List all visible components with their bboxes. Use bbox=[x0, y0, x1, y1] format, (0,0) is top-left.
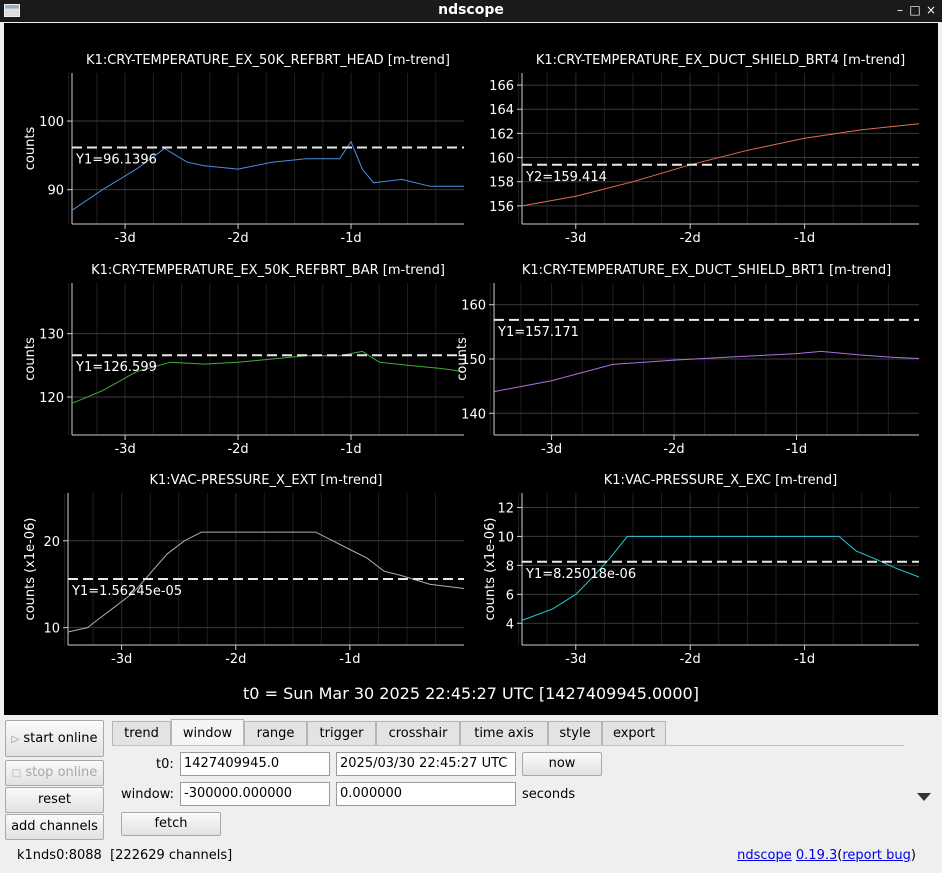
y-tick-label: 12 bbox=[497, 501, 514, 516]
tab-crosshair[interactable]: crosshair bbox=[376, 721, 460, 745]
title-bar: ndscope – □ × bbox=[0, 0, 942, 22]
units-label: seconds bbox=[522, 787, 576, 802]
start-online-button[interactable]: ▷ start online bbox=[5, 720, 104, 757]
about-links: ndscope 0.19.3(report bug) bbox=[737, 848, 916, 863]
cursor-label: Y2=159.414 bbox=[525, 170, 607, 185]
x-tick-label: -1d bbox=[340, 442, 361, 457]
cursor-label: Y1=96.1396 bbox=[75, 153, 157, 168]
window-start-input[interactable]: -300000.000000 bbox=[180, 782, 330, 806]
y-tick-label: 20 bbox=[43, 535, 60, 550]
t0-label: t0 = Sun Mar 30 2025 22:45:27 UTC [14274… bbox=[243, 684, 699, 703]
y-tick-label: 120 bbox=[39, 391, 64, 406]
y-tick-label: 140 bbox=[461, 407, 486, 422]
x-tick-label: -3d bbox=[114, 442, 135, 457]
add-channels-button[interactable]: add channels bbox=[5, 814, 104, 840]
cursor-label: Y1=8.25018e-06 bbox=[525, 567, 636, 582]
plot-title: K1:VAC-PRESSURE_X_EXT [m-trend] bbox=[149, 473, 382, 488]
y-tick-label: 10 bbox=[497, 530, 514, 545]
tab-divider bbox=[112, 745, 904, 746]
tab-export[interactable]: export bbox=[602, 721, 666, 745]
y-axis-label: counts bbox=[23, 127, 38, 171]
plot-title: K1:VAC-PRESSURE_X_EXC [m-trend] bbox=[604, 473, 837, 488]
cursor-label: Y1=157.171 bbox=[497, 325, 579, 340]
channel-count: [222629 channels] bbox=[110, 848, 233, 863]
plot-area: K1:CRY-TEMPERATURE_EX_50K_REFBRT_HEAD [m… bbox=[4, 23, 938, 715]
cursor-label: Y1=1.56245e-05 bbox=[71, 584, 182, 599]
server-label: k1nds0:8088 bbox=[17, 848, 102, 863]
plot-title: K1:CRY-TEMPERATURE_EX_50K_REFBRT_BAR [m-… bbox=[91, 263, 445, 278]
series-line bbox=[71, 350, 465, 404]
y-tick-label: 100 bbox=[39, 115, 64, 130]
y-tick-label: 4 bbox=[506, 617, 514, 632]
y-axis-label: counts (x1e-06) bbox=[23, 518, 38, 621]
plot-title: K1:CRY-TEMPERATURE_EX_50K_REFBRT_HEAD [m… bbox=[86, 53, 450, 68]
x-tick-label: -2d bbox=[680, 231, 701, 246]
window-field-label: window: bbox=[121, 787, 174, 802]
tab-time-axis[interactable]: time axis bbox=[460, 721, 548, 745]
x-tick-label: -3d bbox=[111, 652, 132, 667]
x-tick-label: -1d bbox=[340, 231, 361, 246]
x-tick-label: -2d bbox=[225, 652, 246, 667]
t0-utc-input[interactable]: 2025/03/30 22:45:27 UTC bbox=[336, 752, 516, 776]
y-tick-label: 10 bbox=[43, 622, 60, 637]
y-tick-label: 158 bbox=[489, 176, 514, 191]
fetch-button[interactable]: fetch bbox=[121, 812, 221, 836]
y-axis-label: counts bbox=[23, 337, 38, 381]
y-tick-label: 130 bbox=[39, 328, 64, 343]
collapse-arrow-icon[interactable] bbox=[917, 793, 931, 801]
stop-icon: □ bbox=[11, 768, 22, 779]
x-tick-label: -1d bbox=[794, 652, 815, 667]
x-tick-label: -2d bbox=[227, 231, 248, 246]
ndscope-link[interactable]: ndscope bbox=[737, 848, 792, 863]
reset-button[interactable]: reset bbox=[5, 787, 104, 813]
close-icon[interactable]: × bbox=[924, 2, 938, 18]
plot-title: K1:CRY-TEMPERATURE_EX_DUCT_SHIELD_BRT4 [… bbox=[536, 53, 905, 68]
x-tick-label: -3d bbox=[541, 442, 562, 457]
window-title: ndscope bbox=[438, 2, 504, 18]
tab-trigger[interactable]: trigger bbox=[307, 721, 376, 745]
x-tick-label: -3d bbox=[565, 652, 586, 667]
y-tick-label: 160 bbox=[489, 152, 514, 167]
x-tick-label: -3d bbox=[565, 231, 586, 246]
tab-range[interactable]: range bbox=[244, 721, 307, 745]
t0-field-label: t0: bbox=[156, 757, 174, 772]
t0-gps-input[interactable]: 1427409945.0 bbox=[180, 752, 330, 776]
y-tick-label: 6 bbox=[506, 588, 514, 603]
report-bug-link[interactable]: report bug bbox=[842, 848, 911, 863]
window-end-input[interactable]: 0.000000 bbox=[336, 782, 516, 806]
x-tick-label: -1d bbox=[786, 442, 807, 457]
y-tick-label: 156 bbox=[489, 200, 514, 215]
y-tick-label: 162 bbox=[489, 127, 514, 142]
y-tick-label: 160 bbox=[461, 299, 486, 314]
y-tick-label: 164 bbox=[489, 103, 514, 118]
x-tick-label: -2d bbox=[680, 652, 701, 667]
series-line bbox=[67, 531, 465, 633]
y-tick-label: 166 bbox=[489, 79, 514, 94]
y-axis-label: counts (x1e-06) bbox=[483, 518, 498, 621]
minimize-icon[interactable]: – bbox=[893, 2, 907, 18]
x-tick-label: -2d bbox=[227, 442, 248, 457]
y-tick-label: 90 bbox=[47, 184, 64, 199]
stop-online-button[interactable]: □ stop online bbox=[5, 760, 104, 786]
plot-grid[interactable]: K1:CRY-TEMPERATURE_EX_50K_REFBRT_HEAD [m… bbox=[4, 23, 938, 715]
maximize-icon[interactable]: □ bbox=[908, 2, 922, 18]
status-bar: k1nds0:8088 [222629 channels] bbox=[17, 848, 232, 863]
y-tick-label: 8 bbox=[506, 559, 514, 574]
cursor-label: Y1=126.599 bbox=[75, 360, 157, 375]
x-tick-label: -2d bbox=[663, 442, 684, 457]
x-tick-label: -1d bbox=[794, 231, 815, 246]
now-button[interactable]: now bbox=[522, 752, 602, 776]
x-tick-label: -1d bbox=[339, 652, 360, 667]
series-line bbox=[493, 350, 920, 393]
x-tick-label: -3d bbox=[114, 231, 135, 246]
tab-trend[interactable]: trend bbox=[112, 721, 171, 745]
y-axis-label: counts bbox=[455, 337, 470, 381]
tab-window[interactable]: window bbox=[171, 719, 244, 746]
play-icon: ▷ bbox=[11, 734, 20, 745]
version-link[interactable]: 0.19.3 bbox=[796, 848, 837, 863]
tab-style[interactable]: style bbox=[548, 721, 602, 745]
plot-title: K1:CRY-TEMPERATURE_EX_DUCT_SHIELD_BRT1 [… bbox=[522, 263, 891, 278]
